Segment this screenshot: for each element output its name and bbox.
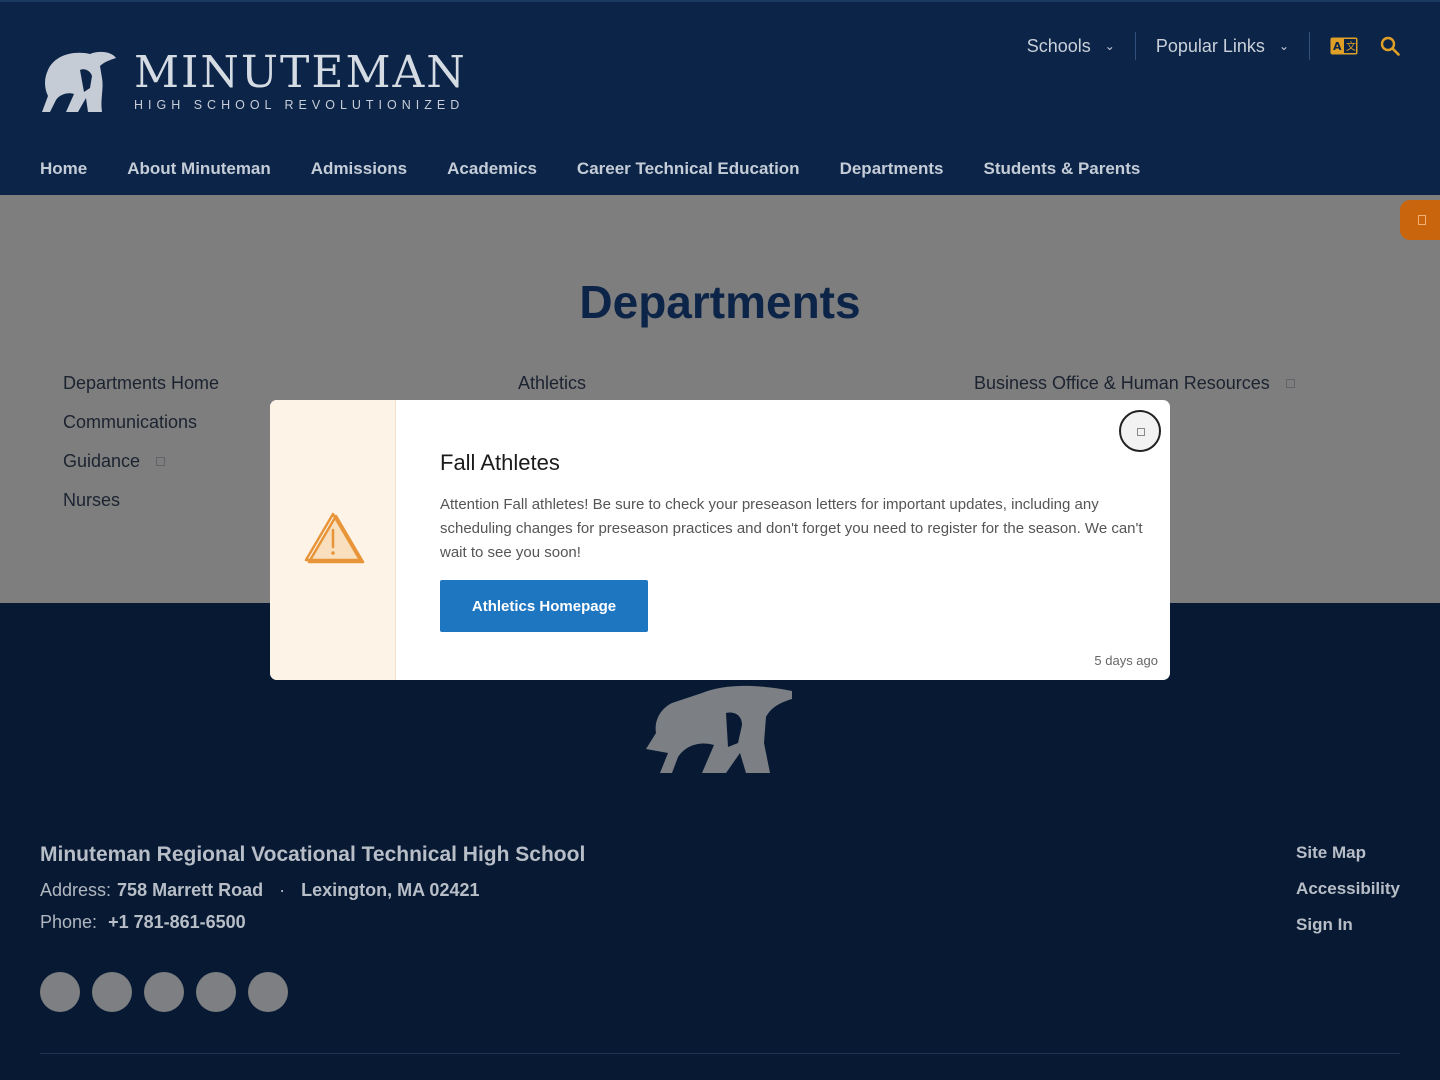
subnav-label: Guidance [63, 451, 141, 471]
nav-students-parents[interactable]: Students & Parents [984, 159, 1141, 179]
footer-link-sign-in[interactable]: Sign In [1296, 915, 1400, 951]
nav-academics[interactable]: Academics [447, 159, 537, 179]
nav-career-technical[interactable]: Career Technical Education [577, 159, 800, 179]
subnav-guidance[interactable]: Guidance [63, 451, 219, 490]
address-street[interactable]: 758 Marrett Road [117, 880, 263, 901]
search-icon[interactable] [1380, 36, 1400, 56]
subnav-label: Communications [63, 412, 198, 432]
warning-icon [304, 512, 365, 564]
social-icon[interactable] [248, 972, 288, 1012]
subnav-label: Athletics [518, 373, 587, 393]
close-icon [1137, 428, 1145, 436]
expand-icon[interactable] [1285, 379, 1295, 388]
minuteman-head-icon [42, 51, 116, 112]
popular-links-label: Popular Links [1155, 35, 1265, 56]
address-separator: · [279, 880, 286, 900]
subnav-label: Departments Home [63, 373, 220, 393]
schools-dropdown[interactable]: Schools ⌄ [1007, 32, 1136, 60]
side-tab-button[interactable] [1400, 200, 1440, 240]
address: Address: 758 Marrett Road · Lexington, M… [40, 880, 479, 901]
footer-link-site-map[interactable]: Site Map [1296, 843, 1400, 879]
chevron-down-icon: ⌄ [1104, 39, 1115, 53]
subnav-communications[interactable]: Communications [63, 412, 219, 451]
subnav-label: Nurses [63, 490, 121, 510]
utility-nav: Schools ⌄ Popular Links ⌄ A 文 [1007, 32, 1400, 60]
popular-links-dropdown[interactable]: Popular Links ⌄ [1136, 32, 1310, 60]
social-icon[interactable] [92, 972, 132, 1012]
social-icon[interactable] [196, 972, 236, 1012]
subnav-column-1: Departments Home Communications Guidance… [63, 373, 219, 529]
translate-icon[interactable]: A 文 [1330, 37, 1358, 55]
subnav-nurses[interactable]: Nurses [63, 490, 219, 529]
chevron-down-icon: ⌄ [1278, 39, 1289, 53]
footer-divider [40, 1053, 1400, 1054]
main-nav: Home About Minuteman Admissions Academic… [40, 159, 1180, 179]
close-button[interactable] [1119, 410, 1161, 452]
modal-icon-panel [270, 400, 396, 680]
nav-departments[interactable]: Departments [840, 159, 944, 179]
nav-home[interactable]: Home [40, 159, 87, 179]
address-label: Address: [40, 880, 112, 900]
phone-number[interactable]: +1 781-861-6500 [108, 912, 246, 932]
logo-wordmark: MINUTEMAN [134, 47, 467, 98]
modal-message: Attention Fall athletes! Be sure to chec… [440, 496, 1143, 561]
social-icon[interactable] [40, 972, 80, 1012]
modal-title: Fall Athletes [440, 450, 560, 475]
phone: Phone: +1 781-861-6500 [40, 912, 246, 933]
address-city[interactable]: Lexington, MA 02421 [301, 880, 479, 901]
subnav-label: Business Office & Human Resources [974, 373, 1270, 393]
nav-admissions[interactable]: Admissions [311, 159, 407, 179]
modal-timestamp: 5 days ago [1094, 653, 1158, 668]
side-tab-icon [1418, 215, 1426, 225]
expand-icon[interactable] [156, 457, 166, 466]
svg-text:文: 文 [1346, 40, 1356, 53]
site-logo[interactable]: MINUTEMAN HIGH SCHOOL REVOLUTIONIZED [40, 48, 467, 114]
phone-label: Phone: [40, 912, 98, 932]
logo-tagline: HIGH SCHOOL REVOLUTIONIZED [134, 98, 465, 112]
alert-modal: Fall Athletes Attention Fall athletes! B… [270, 400, 1170, 680]
svg-text:A: A [1333, 40, 1342, 53]
minuteman-head-icon [646, 685, 792, 773]
footer-links: Site Map Accessibility Sign In [1296, 843, 1400, 951]
athletics-homepage-button[interactable]: Athletics Homepage [440, 580, 648, 632]
subnav-departments-home[interactable]: Departments Home [63, 373, 219, 412]
school-name: Minuteman Regional Vocational Technical … [40, 843, 586, 866]
footer-link-accessibility[interactable]: Accessibility [1296, 879, 1400, 915]
page-title: Departments [579, 276, 861, 328]
schools-label: Schools [1026, 35, 1091, 56]
nav-about[interactable]: About Minuteman [127, 159, 271, 179]
social-icon[interactable] [144, 972, 184, 1012]
site-header: MINUTEMAN HIGH SCHOOL REVOLUTIONIZED Sch… [0, 0, 1440, 195]
social-links [40, 972, 300, 1012]
